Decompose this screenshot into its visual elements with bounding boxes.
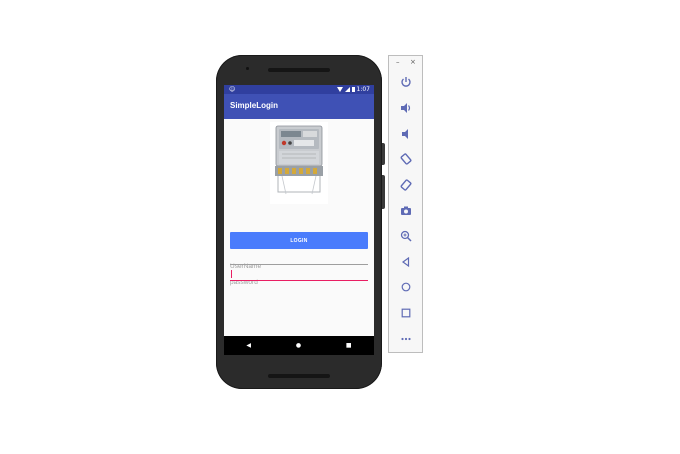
password-field[interactable]: [230, 269, 368, 286]
bottom-speaker: [268, 374, 330, 378]
phone-frame: ☺ 1:07 SimpleLogin UserName LOGIN ◀ ● ■: [216, 55, 385, 389]
status-bar: ☺ 1:07: [224, 85, 374, 94]
username-field[interactable]: [230, 253, 368, 270]
app-title: SimpleLogin: [230, 101, 278, 110]
zoom-icon[interactable]: [397, 227, 415, 245]
wifi-icon: [336, 87, 343, 92]
close-button[interactable]: ×: [410, 58, 416, 66]
volume-hardware-button[interactable]: [382, 175, 385, 209]
overview-icon[interactable]: [397, 304, 415, 322]
password-underline: [230, 280, 368, 281]
power-icon[interactable]: [397, 73, 415, 91]
app-bar: SimpleLogin: [224, 94, 374, 119]
home-icon[interactable]: [397, 278, 415, 296]
username-underline: [230, 264, 368, 265]
signal-icon: [344, 87, 350, 92]
back-nav-icon[interactable]: ◀: [246, 342, 251, 349]
device-screen: ☺ 1:07 SimpleLogin UserName LOGIN ◀ ● ■: [224, 85, 374, 355]
status-time: 1:07: [356, 86, 370, 93]
text-cursor: [231, 270, 232, 278]
volume-up-icon[interactable]: [397, 99, 415, 117]
rotate-left-icon[interactable]: [397, 150, 415, 168]
recents-nav-icon[interactable]: ■: [346, 342, 352, 349]
more-icon[interactable]: [397, 330, 415, 348]
rotate-right-icon[interactable]: [397, 176, 415, 194]
back-icon[interactable]: [397, 253, 415, 271]
meter-image: [270, 122, 328, 204]
battery-icon: [351, 87, 355, 92]
minimize-button[interactable]: –: [396, 58, 400, 66]
notification-icon: ☺: [229, 86, 236, 93]
login-button[interactable]: LOGIN: [230, 232, 368, 249]
navigation-bar: ◀ ● ■: [224, 336, 374, 355]
volume-down-icon[interactable]: [397, 125, 415, 143]
top-speaker: [268, 68, 330, 72]
home-nav-icon[interactable]: ●: [296, 342, 301, 349]
camera-icon[interactable]: [397, 202, 415, 220]
front-camera: [246, 67, 249, 70]
power-hardware-button[interactable]: [382, 143, 385, 165]
emulator-toolbar: – ×: [388, 55, 423, 353]
